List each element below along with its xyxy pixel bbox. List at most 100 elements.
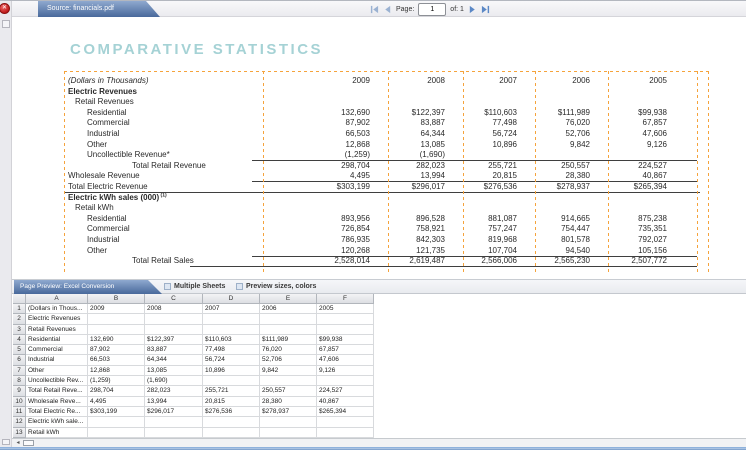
- cell-D13[interactable]: [203, 427, 260, 438]
- cell-C1[interactable]: 2008: [145, 304, 203, 315]
- cell-D10[interactable]: 20,815: [203, 396, 260, 407]
- cell-F13[interactable]: [317, 427, 374, 438]
- cell-D12[interactable]: [203, 417, 260, 428]
- scrollbar-thumb[interactable]: [23, 440, 34, 446]
- cell-B11[interactable]: $303,199: [88, 406, 145, 418]
- cell-C11[interactable]: $296,017: [145, 406, 203, 418]
- cell-D1[interactable]: 2007: [203, 304, 260, 315]
- column-marker[interactable]: [64, 71, 65, 273]
- cell-E8[interactable]: [260, 376, 317, 387]
- page-number-input[interactable]: [418, 2, 447, 16]
- cell-E10[interactable]: 28,380: [260, 396, 317, 407]
- cell-B4[interactable]: 132,690: [88, 334, 145, 346]
- cell-A2[interactable]: Electric Revenues: [26, 314, 88, 325]
- row-header-7[interactable]: 7: [13, 365, 26, 377]
- cell-D3[interactable]: [203, 324, 260, 335]
- column-header-A[interactable]: A: [26, 294, 88, 304]
- cell-F11[interactable]: $265,394: [317, 406, 374, 418]
- cell-A10[interactable]: Wholesale Reve...: [26, 396, 88, 407]
- cell-C9[interactable]: 282,023: [145, 386, 203, 397]
- first-page-icon[interactable]: [370, 5, 379, 14]
- horizontal-scrollbar[interactable]: ◂: [12, 438, 746, 447]
- row-header-2[interactable]: 2: [13, 314, 26, 325]
- column-header-F[interactable]: F: [317, 294, 374, 304]
- cell-C5[interactable]: 83,887: [145, 345, 203, 356]
- cell-C10[interactable]: 13,994: [145, 396, 203, 407]
- cell-E2[interactable]: [260, 314, 317, 325]
- cell-E1[interactable]: 2006: [260, 304, 317, 315]
- row-header-1[interactable]: 1: [13, 304, 26, 315]
- row-header-11[interactable]: 11: [13, 406, 26, 418]
- splitter-grip[interactable]: [2, 439, 10, 445]
- row-header-9[interactable]: 9: [13, 386, 26, 397]
- close-button[interactable]: ✕: [0, 3, 10, 14]
- table-top-marker[interactable]: [64, 71, 708, 72]
- select-all-corner[interactable]: [13, 294, 26, 304]
- cell-A9[interactable]: Total Retail Reve...: [26, 386, 88, 397]
- row-header-6[interactable]: 6: [13, 355, 26, 366]
- cell-F1[interactable]: 2005: [317, 304, 374, 315]
- column-marker[interactable]: [697, 71, 698, 273]
- cell-B3[interactable]: [88, 324, 145, 335]
- cell-A6[interactable]: Industrial: [26, 355, 88, 366]
- cell-A3[interactable]: Retail Revenues: [26, 324, 88, 335]
- row-header-3[interactable]: 3: [13, 324, 26, 335]
- cell-F12[interactable]: [317, 417, 374, 428]
- previous-page-icon[interactable]: [383, 5, 392, 14]
- scroll-left-icon[interactable]: ◂: [14, 440, 22, 447]
- column-marker[interactable]: [608, 71, 609, 273]
- cell-A5[interactable]: Commercial: [26, 345, 88, 356]
- column-header-D[interactable]: D: [203, 294, 260, 304]
- cell-A1[interactable]: (Dollars in Thous...: [26, 304, 88, 315]
- row-header-10[interactable]: 10: [13, 396, 26, 407]
- cell-D4[interactable]: $110,603: [203, 334, 260, 346]
- row-header-12[interactable]: 12: [13, 417, 26, 428]
- cell-D9[interactable]: 255,721: [203, 386, 260, 397]
- next-page-icon[interactable]: [468, 5, 477, 14]
- tab-source-pdf[interactable]: Source: financials.pdf: [38, 1, 160, 17]
- cell-F2[interactable]: [317, 314, 374, 325]
- column-header-E[interactable]: E: [260, 294, 317, 304]
- cell-D5[interactable]: 77,498: [203, 345, 260, 356]
- cell-B10[interactable]: 4,495: [88, 396, 145, 407]
- cell-E11[interactable]: $278,937: [260, 406, 317, 418]
- cell-E12[interactable]: [260, 417, 317, 428]
- cell-D2[interactable]: [203, 314, 260, 325]
- last-page-icon[interactable]: [481, 5, 490, 14]
- cell-D7[interactable]: 10,896: [203, 365, 260, 377]
- cell-B7[interactable]: 12,868: [88, 365, 145, 377]
- cell-D11[interactable]: $276,536: [203, 406, 260, 418]
- cell-E4[interactable]: $111,989: [260, 334, 317, 346]
- cell-D6[interactable]: 56,724: [203, 355, 260, 366]
- cell-A4[interactable]: Residential: [26, 334, 88, 346]
- multiple-sheets-checkbox[interactable]: Multiple Sheets: [164, 283, 225, 290]
- cell-F6[interactable]: 47,606: [317, 355, 374, 366]
- tab-excel-preview[interactable]: Page Preview: Excel Conversion: [14, 280, 162, 294]
- column-marker[interactable]: [708, 71, 709, 273]
- cell-B9[interactable]: 298,704: [88, 386, 145, 397]
- cell-B1[interactable]: 2009: [88, 304, 145, 315]
- row-header-4[interactable]: 4: [13, 334, 26, 346]
- column-header-B[interactable]: B: [88, 294, 145, 304]
- cell-F9[interactable]: 224,527: [317, 386, 374, 397]
- row-header-5[interactable]: 5: [13, 345, 26, 356]
- column-header-C[interactable]: C: [145, 294, 203, 304]
- cell-E7[interactable]: 9,842: [260, 365, 317, 377]
- cell-B13[interactable]: [88, 427, 145, 438]
- column-marker[interactable]: [388, 71, 389, 273]
- cell-A7[interactable]: Other: [26, 365, 88, 377]
- cell-E3[interactable]: [260, 324, 317, 335]
- cell-B12[interactable]: [88, 417, 145, 428]
- cell-E6[interactable]: 52,706: [260, 355, 317, 366]
- cell-D8[interactable]: [203, 376, 260, 387]
- cell-C8[interactable]: (1,690): [145, 376, 203, 387]
- cell-B6[interactable]: 66,503: [88, 355, 145, 366]
- cell-B2[interactable]: [88, 314, 145, 325]
- cell-F4[interactable]: $99,938: [317, 334, 374, 346]
- cell-F10[interactable]: 40,867: [317, 396, 374, 407]
- cell-F3[interactable]: [317, 324, 374, 335]
- column-marker[interactable]: [263, 71, 264, 273]
- cell-C12[interactable]: [145, 417, 203, 428]
- cell-C3[interactable]: [145, 324, 203, 335]
- column-marker[interactable]: [463, 71, 464, 273]
